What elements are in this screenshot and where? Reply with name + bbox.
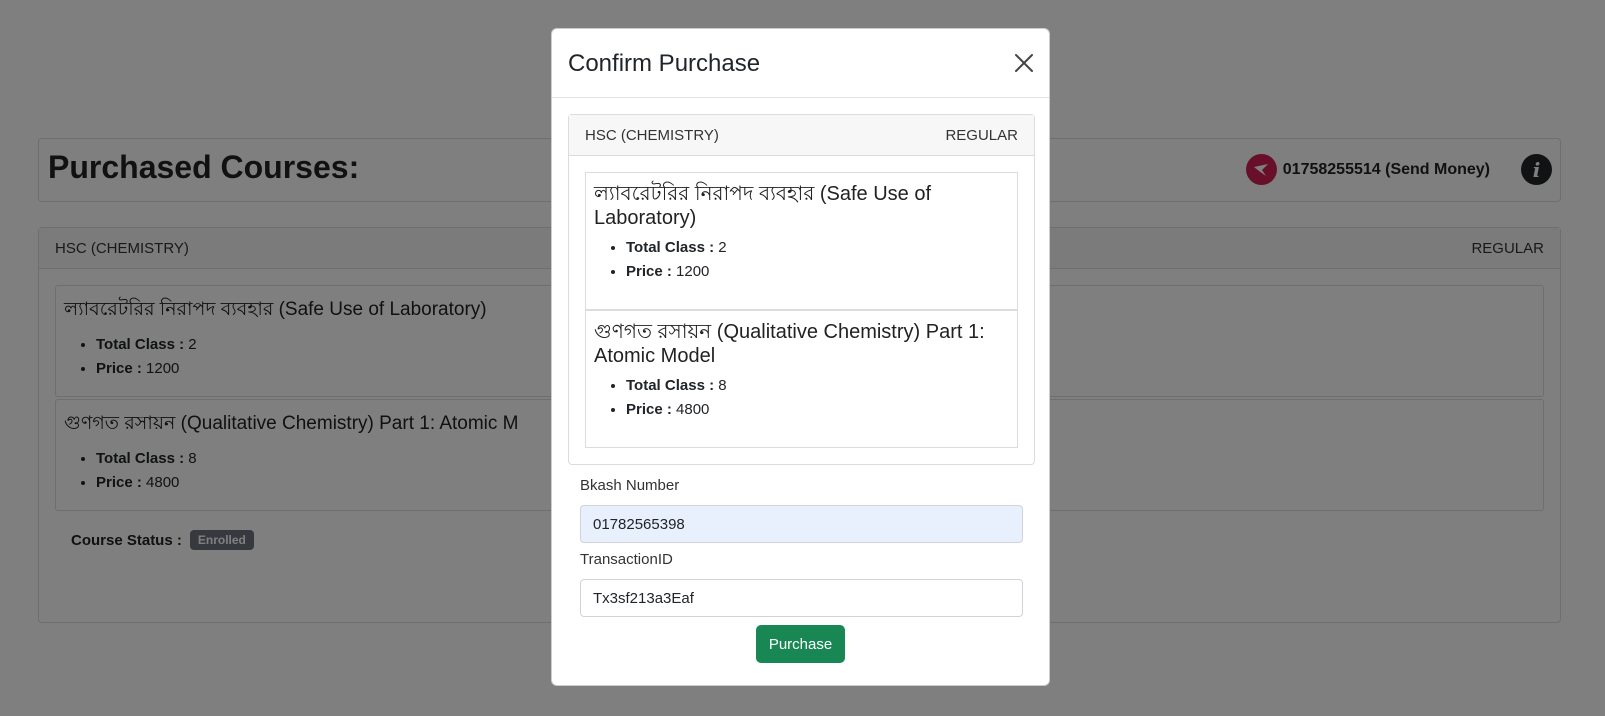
modal-lesson-price: Price : 1200 xyxy=(626,260,1009,284)
modal-lesson-title: গুণগত রসায়ন (Qualitative Chemistry) Par… xyxy=(594,321,985,367)
modal-header: Confirm Purchase xyxy=(552,29,1049,98)
modal-lesson-title: ল্যাবরেটরির নিরাপদ ব্যবহার (Safe Use of … xyxy=(594,183,932,229)
close-button[interactable] xyxy=(1011,50,1037,76)
bkash-number-input[interactable] xyxy=(580,505,1023,543)
modal-course-card: HSC (CHEMISTRY) REGULAR ল্যাবরেটরির নিরা… xyxy=(568,114,1035,465)
bkash-number-label: Bkash Number xyxy=(580,477,680,494)
modal-lesson-total-class: Total Class : 2 xyxy=(626,236,1009,260)
modal-lesson-total-class: Total Class : 8 xyxy=(626,374,1009,398)
confirm-purchase-modal: Confirm Purchase HSC (CHEMISTRY) REGULAR… xyxy=(551,28,1050,686)
modal-lesson-price: Price : 4800 xyxy=(626,398,1009,422)
close-icon xyxy=(1015,54,1033,72)
purchase-button[interactable]: Purchase xyxy=(756,625,845,663)
transaction-id-label: TransactionID xyxy=(580,551,673,568)
modal-title: Confirm Purchase xyxy=(568,50,761,77)
transaction-id-input[interactable] xyxy=(580,579,1023,617)
modal-course-type: REGULAR xyxy=(945,126,1018,144)
modal-lesson-item: ল্যাবরেটরির নিরাপদ ব্যবহার (Safe Use of … xyxy=(585,172,1018,310)
modal-lesson-item: গুণগত রসায়ন (Qualitative Chemistry) Par… xyxy=(585,310,1018,448)
modal-course-name: HSC (CHEMISTRY) xyxy=(585,126,719,144)
modal-course-header: HSC (CHEMISTRY) REGULAR xyxy=(569,115,1034,156)
